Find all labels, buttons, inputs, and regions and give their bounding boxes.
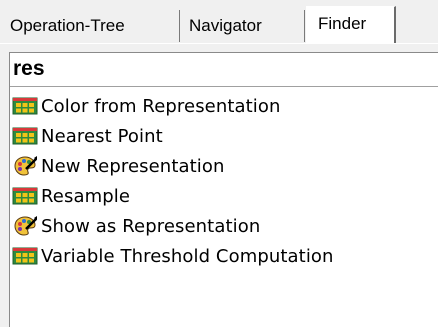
finder-window: Operation-Tree Navigator Finder Colo [0,0,438,327]
module-icon [12,127,38,145]
list-item-label: Color from Representation [41,95,281,117]
list-item-label: Nearest Point [41,125,163,147]
tab-strip: Operation-Tree Navigator Finder [0,0,438,44]
palette-icon [14,216,37,236]
list-item-label: Show as Representation [41,215,261,237]
tab-operation-tree[interactable]: Operation-Tree [6,10,180,42]
list-item-label: Resample [41,185,131,207]
list-item-label: Variable Threshold Computation [41,245,334,267]
module-icon [12,97,38,115]
module-icon [12,187,38,205]
search-box [10,53,438,87]
list-item[interactable]: New Representation [10,151,438,181]
list-item[interactable]: Color from Representation [10,91,438,121]
search-input[interactable] [10,53,433,85]
list-item[interactable]: Resample [10,181,438,211]
palette-icon [14,156,37,176]
tab-divider [0,43,438,44]
list-item[interactable]: Nearest Point [10,121,438,151]
list-item[interactable]: Show as Representation [10,211,438,241]
results-list: Color from Representation Nearest Point [10,91,438,271]
list-item[interactable]: Variable Threshold Computation [10,241,438,271]
list-item-label: New Representation [41,155,225,177]
module-icon [12,247,38,265]
finder-panel: Color from Representation Nearest Point [9,52,438,327]
tab-finder[interactable]: Finder [306,6,396,44]
tab-navigator[interactable]: Navigator [181,10,305,42]
